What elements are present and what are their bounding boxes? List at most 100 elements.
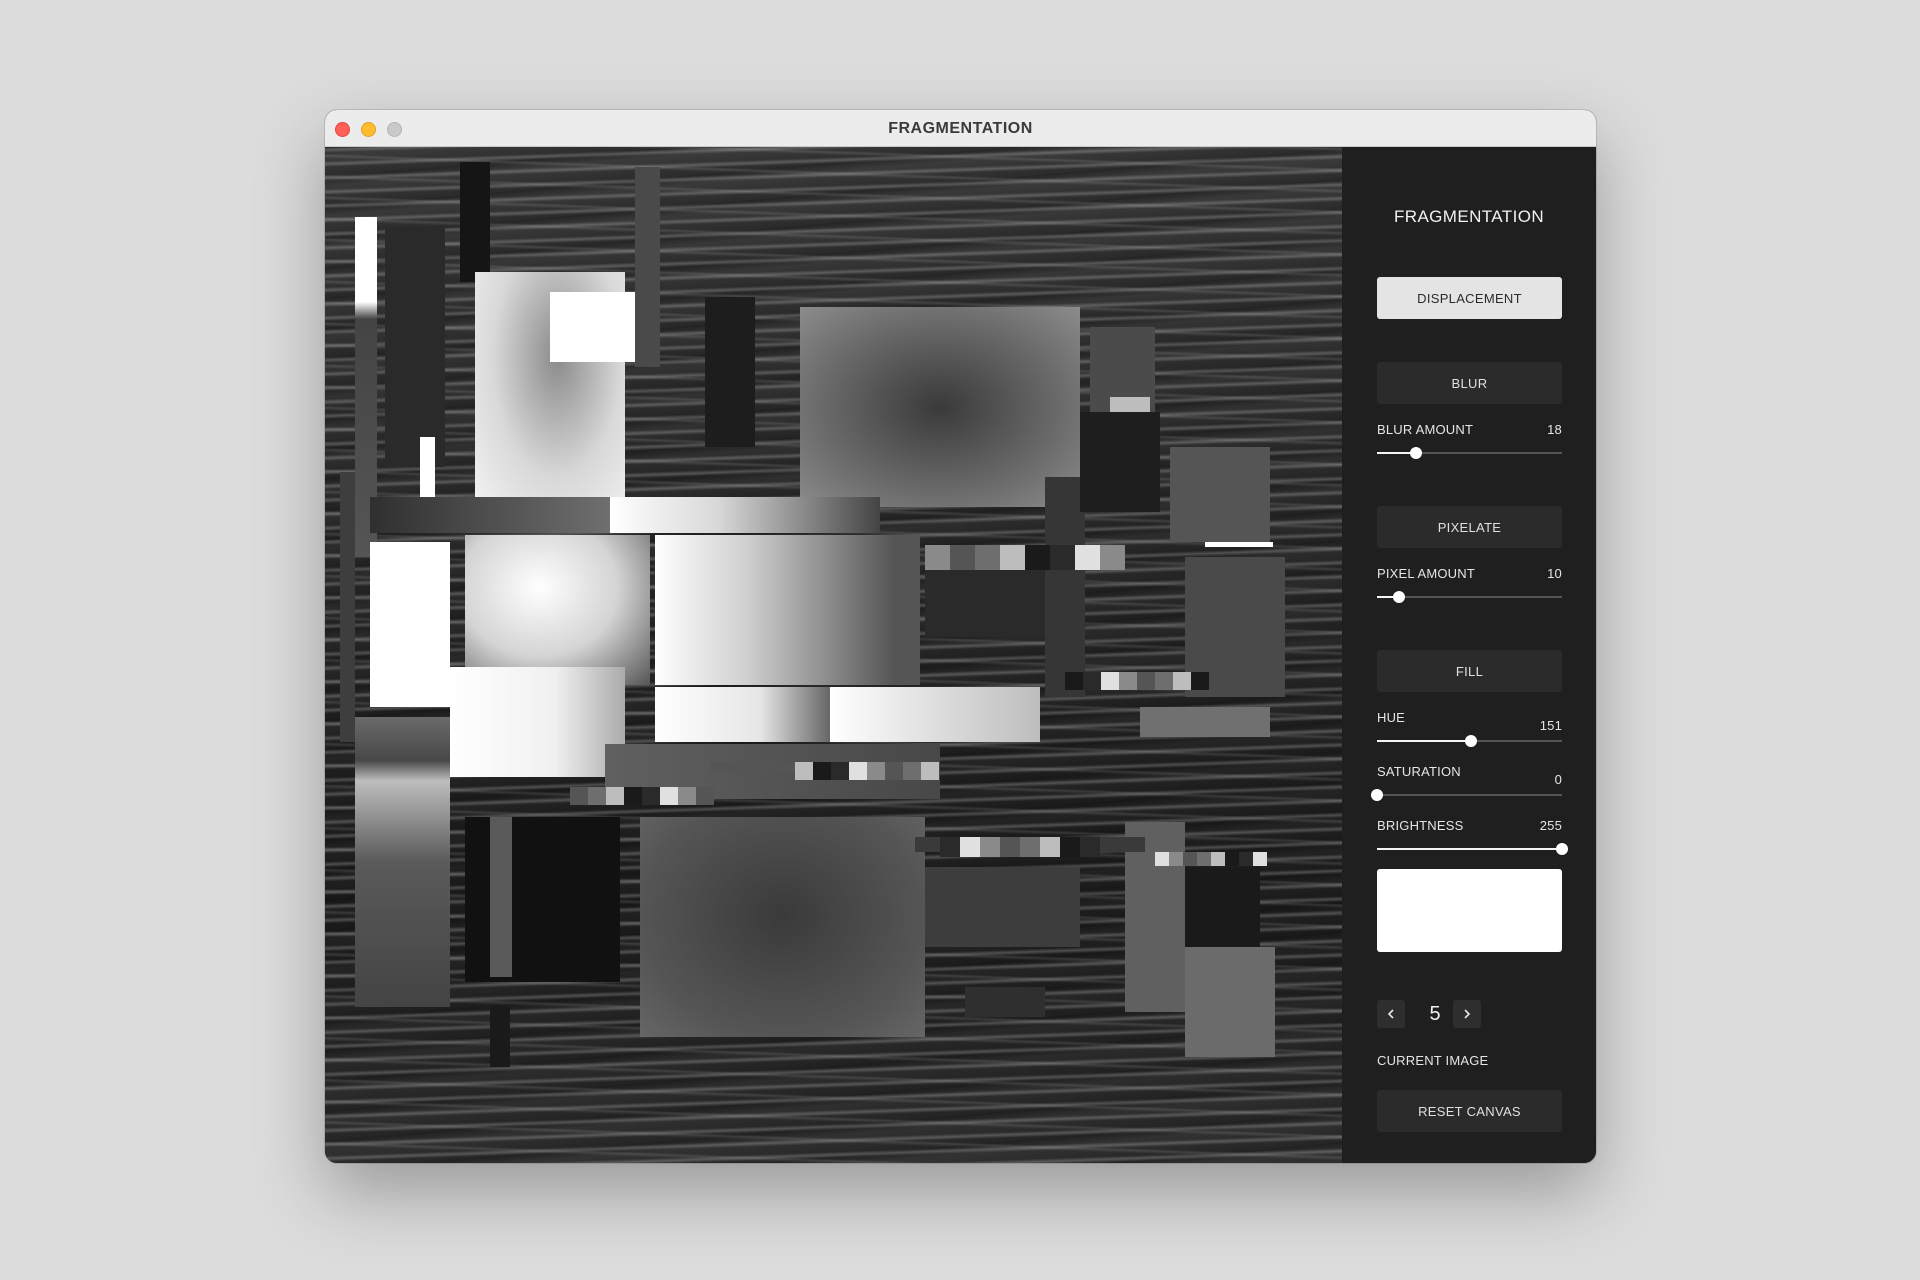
slider-track bbox=[1377, 794, 1562, 796]
image-fragment bbox=[1080, 412, 1160, 512]
image-canvas[interactable] bbox=[325, 147, 1342, 1163]
control-panel: FRAGMENTATION DISPLACEMENT BLUR BLUR AMO… bbox=[1342, 147, 1596, 1163]
pixelate-button[interactable]: PIXELATE bbox=[1377, 506, 1562, 548]
pixel-amount-value: 10 bbox=[1547, 566, 1562, 581]
pixel-block bbox=[678, 787, 696, 805]
displacement-button[interactable]: DISPLACEMENT bbox=[1377, 277, 1562, 319]
pixel-amount-label-row: PIXEL AMOUNT 10 bbox=[1377, 566, 1562, 581]
pixel-block bbox=[925, 545, 950, 570]
hue-label: HUE bbox=[1377, 710, 1406, 725]
pixel-block bbox=[1080, 837, 1100, 857]
pixel-block bbox=[1119, 672, 1137, 690]
title-bar: FRAGMENTATION bbox=[325, 110, 1596, 147]
pixel-block bbox=[1197, 852, 1211, 866]
pixel-block bbox=[975, 545, 1000, 570]
image-fragment bbox=[705, 297, 755, 447]
pixel-block bbox=[1040, 837, 1060, 857]
current-image-number: 5 bbox=[1429, 1003, 1441, 1025]
blur-amount-slider[interactable] bbox=[1377, 446, 1562, 460]
fill-color-swatch[interactable] bbox=[1377, 869, 1562, 952]
slider-fill bbox=[1377, 740, 1472, 742]
pixel-amount-slider[interactable] bbox=[1377, 590, 1562, 604]
pixel-block bbox=[1020, 837, 1040, 857]
image-fragment bbox=[370, 497, 610, 533]
pixel-block bbox=[831, 762, 849, 780]
pixel-block bbox=[1075, 545, 1100, 570]
brightness-label: BRIGHTNESS bbox=[1377, 818, 1464, 833]
slider-thumb[interactable] bbox=[1465, 735, 1478, 747]
image-fragment bbox=[420, 437, 435, 497]
saturation-label-row: SATURATION 0 bbox=[1377, 764, 1562, 787]
blur-amount-value: 18 bbox=[1547, 422, 1562, 437]
pixel-block bbox=[1239, 852, 1253, 866]
pixel-block bbox=[624, 787, 642, 805]
pixel-block bbox=[1101, 672, 1119, 690]
brightness-label-row: BRIGHTNESS 255 bbox=[1377, 818, 1562, 833]
slider-thumb[interactable] bbox=[1409, 447, 1422, 459]
pixel-block bbox=[660, 787, 678, 805]
image-fragment bbox=[370, 542, 450, 707]
pixel-block bbox=[950, 545, 975, 570]
image-fragment bbox=[1205, 542, 1273, 547]
pixel-amount-label: PIXEL AMOUNT bbox=[1377, 566, 1475, 581]
slider-thumb[interactable] bbox=[1371, 789, 1383, 801]
next-image-button[interactable] bbox=[1453, 1000, 1481, 1028]
pixel-block bbox=[642, 787, 660, 805]
pixel-block bbox=[1137, 672, 1155, 690]
pixel-block bbox=[1065, 672, 1083, 690]
image-fragment bbox=[490, 1007, 510, 1067]
image-fragment bbox=[800, 307, 1080, 507]
slider-fill bbox=[1377, 848, 1562, 850]
image-fragment bbox=[965, 987, 1045, 1017]
pixel-block bbox=[1000, 545, 1025, 570]
slider-thumb[interactable] bbox=[1556, 843, 1568, 855]
hue-value: 151 bbox=[1539, 718, 1562, 733]
reset-canvas-button[interactable]: RESET CANVAS bbox=[1377, 1090, 1562, 1132]
window-title: FRAGMENTATION bbox=[888, 120, 1033, 137]
hue-label-row: HUE 151 bbox=[1377, 710, 1562, 733]
image-fragment bbox=[830, 687, 1040, 742]
pixel-block bbox=[696, 787, 714, 805]
pixel-block bbox=[1083, 672, 1101, 690]
image-fragment bbox=[1140, 707, 1270, 737]
image-fragment bbox=[340, 472, 355, 742]
saturation-slider[interactable] bbox=[1371, 788, 1562, 802]
image-fragment bbox=[490, 817, 512, 977]
brightness-value: 255 bbox=[1539, 818, 1562, 833]
image-fragment bbox=[1185, 947, 1275, 1057]
blur-amount-label-row: BLUR AMOUNT 18 bbox=[1377, 422, 1562, 437]
image-fragment bbox=[355, 717, 450, 1007]
pixel-block bbox=[1000, 837, 1020, 857]
pixel-block bbox=[849, 762, 867, 780]
pixel-block bbox=[1025, 545, 1050, 570]
pixel-block bbox=[1183, 852, 1197, 866]
pixel-block bbox=[1050, 545, 1075, 570]
app-window: FRAGMENTATION FRAGMENTATION DISPLACEMENT… bbox=[325, 110, 1596, 1163]
blur-button[interactable]: BLUR bbox=[1377, 362, 1562, 404]
pixel-block bbox=[885, 762, 903, 780]
previous-image-button[interactable] bbox=[1377, 1000, 1405, 1028]
image-fragment bbox=[655, 535, 920, 685]
pixel-block bbox=[1211, 852, 1225, 866]
pixel-block bbox=[1191, 672, 1209, 690]
pixel-block bbox=[940, 837, 960, 857]
pixel-block bbox=[1169, 852, 1183, 866]
hue-slider[interactable] bbox=[1377, 734, 1562, 748]
chevron-left-icon bbox=[1387, 1009, 1394, 1019]
pixel-block bbox=[606, 787, 624, 805]
brightness-slider[interactable] bbox=[1377, 842, 1568, 856]
image-fragment bbox=[450, 667, 625, 777]
pixel-block bbox=[1155, 852, 1169, 866]
image-fragment bbox=[655, 687, 830, 742]
image-fragment bbox=[465, 817, 620, 982]
fill-button[interactable]: FILL bbox=[1377, 650, 1562, 692]
current-image-label: CURRENT IMAGE bbox=[1377, 1053, 1489, 1068]
image-fragment bbox=[1045, 477, 1085, 697]
image-fragment bbox=[385, 227, 445, 467]
pixel-block bbox=[921, 762, 939, 780]
pixel-block bbox=[960, 837, 980, 857]
slider-thumb[interactable] bbox=[1393, 591, 1406, 603]
pixel-block bbox=[1225, 852, 1239, 866]
image-fragment bbox=[1170, 447, 1270, 542]
image-fragment bbox=[640, 817, 925, 1037]
